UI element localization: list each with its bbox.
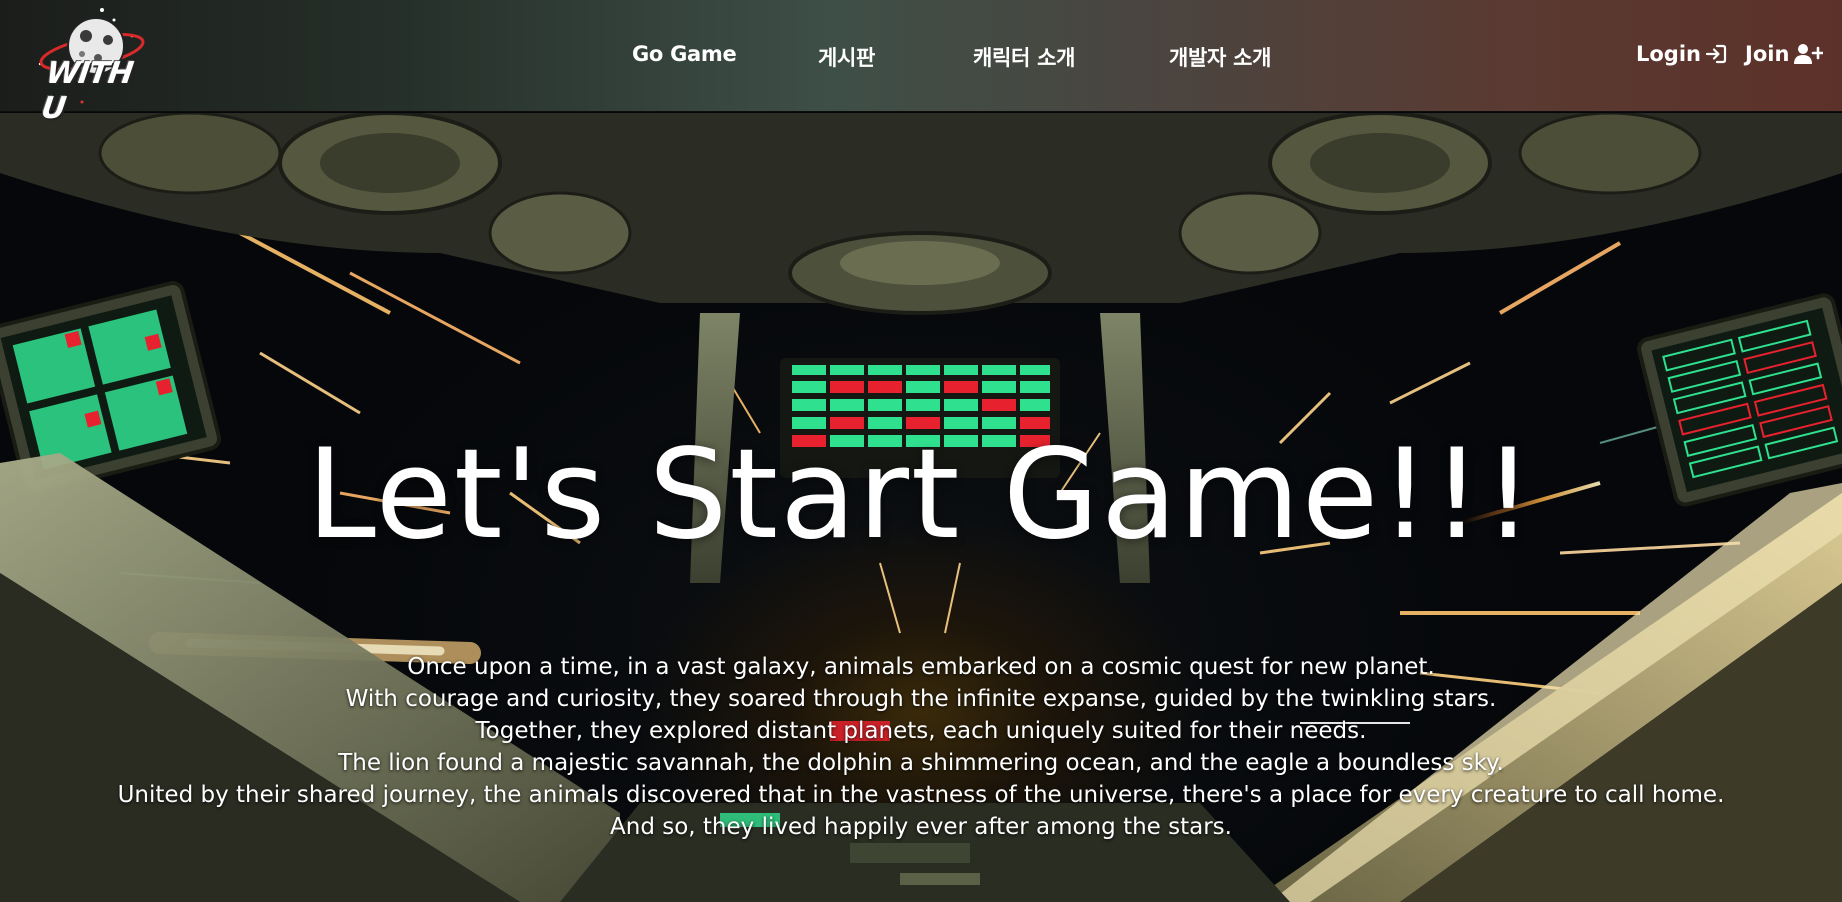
join-button[interactable]: Join: [1745, 42, 1824, 66]
nav-go-game[interactable]: Go Game: [632, 42, 737, 66]
story-line: Once upon a time, in a vast galaxy, anim…: [407, 654, 1435, 680]
hero-title: Let's Start Game!!!: [306, 423, 1536, 567]
nav-board[interactable]: 게시판: [818, 42, 875, 72]
join-label: Join: [1745, 42, 1790, 66]
hero-section: Let's Start Game!!! Once upon a time, in…: [0, 113, 1842, 902]
story-line: Together, they explored distant planets,…: [475, 718, 1367, 744]
login-label: Login: [1636, 42, 1701, 66]
story-paragraph: Once upon a time, in a vast galaxy, anim…: [0, 651, 1842, 843]
nav-developer-intro[interactable]: 개발자 소개: [1169, 42, 1271, 72]
nav-character-intro[interactable]: 캐릭터 소개: [973, 42, 1075, 72]
add-user-icon: [1794, 44, 1824, 64]
main-menu: Go Game 게시판 캐릭터 소개 개발자 소개: [0, 0, 1842, 112]
story-line: The lion found a majestic savannah, the …: [338, 750, 1504, 776]
login-button[interactable]: Login: [1636, 42, 1727, 66]
story-line: With courage and curiosity, they soared …: [345, 686, 1497, 712]
story-line: And so, they lived happily ever after am…: [610, 814, 1232, 840]
top-navbar: WITH U Go Game 게시판 캐릭터 소개 개발자 소개 Login J…: [0, 0, 1842, 126]
login-icon: [1705, 44, 1727, 64]
story-line: United by their shared journey, the anim…: [117, 782, 1725, 808]
